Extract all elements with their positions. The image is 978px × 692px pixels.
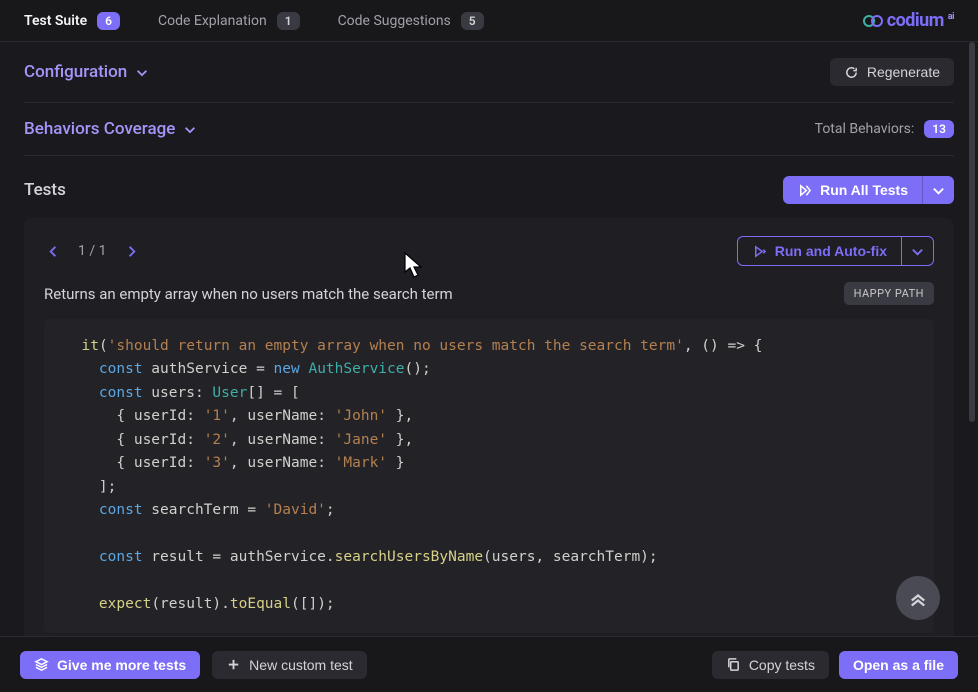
tab-label: Test Suite bbox=[24, 13, 87, 29]
chevron-double-up-icon bbox=[908, 588, 928, 608]
tests-header: Tests Run All Tests bbox=[24, 156, 954, 218]
codium-logo: codium ai bbox=[863, 10, 954, 31]
test-card: 1 / 1 Run and Auto-fix Returns an empty … bbox=[24, 218, 954, 636]
copy-icon bbox=[726, 657, 741, 672]
tabs-bar: Test Suite 6 Code Explanation 1 Code Sug… bbox=[0, 0, 978, 42]
plus-icon bbox=[226, 657, 241, 672]
pager-text: 1 / 1 bbox=[78, 243, 106, 259]
give-more-tests-button[interactable]: Give me more tests bbox=[20, 651, 200, 679]
test-code-block[interactable]: it('should return an empty array when no… bbox=[44, 319, 934, 633]
run-all-tests-button[interactable]: Run All Tests bbox=[783, 176, 922, 204]
chevron-down-icon bbox=[931, 183, 946, 198]
behaviors-count-badge: 13 bbox=[924, 120, 954, 138]
test-description: Returns an empty array when no users mat… bbox=[44, 285, 453, 303]
scroll-to-top-button[interactable] bbox=[896, 576, 940, 620]
main-content: Configuration Regenerate Behaviors Cover… bbox=[0, 42, 978, 636]
refresh-icon bbox=[844, 65, 859, 80]
tab-label: Code Explanation bbox=[158, 13, 267, 29]
tab-label: Code Suggestions bbox=[338, 13, 451, 29]
total-behaviors: Total Behaviors: 13 bbox=[815, 120, 954, 138]
pager-next[interactable] bbox=[122, 244, 140, 259]
run-autofix-dropdown[interactable] bbox=[901, 236, 934, 266]
run-autofix-button[interactable]: Run and Auto-fix bbox=[737, 236, 901, 266]
test-pager: 1 / 1 bbox=[44, 243, 140, 259]
layers-icon bbox=[34, 657, 49, 672]
behaviors-section: Behaviors Coverage Total Behaviors: 13 bbox=[24, 103, 954, 156]
configuration-section: Configuration Regenerate bbox=[24, 42, 954, 103]
chevron-right-icon bbox=[124, 244, 139, 259]
configuration-toggle[interactable]: Configuration bbox=[24, 62, 149, 82]
behaviors-toggle[interactable]: Behaviors Coverage bbox=[24, 119, 197, 139]
tab-code-suggestions[interactable]: Code Suggestions 5 bbox=[338, 2, 504, 40]
tab-test-suite[interactable]: Test Suite 6 bbox=[24, 2, 140, 40]
tab-code-explanation[interactable]: Code Explanation 1 bbox=[158, 2, 320, 40]
tests-title: Tests bbox=[24, 180, 66, 200]
pager-prev[interactable] bbox=[44, 244, 62, 259]
regenerate-button[interactable]: Regenerate bbox=[830, 58, 954, 86]
play-fix-icon bbox=[752, 244, 767, 259]
copy-tests-button[interactable]: Copy tests bbox=[712, 651, 829, 679]
scrollbar[interactable] bbox=[969, 42, 975, 636]
tab-badge: 6 bbox=[97, 12, 120, 30]
run-all-tests-split: Run All Tests bbox=[783, 176, 954, 204]
tab-badge: 5 bbox=[461, 12, 484, 30]
open-as-file-button[interactable]: Open as a file bbox=[839, 651, 958, 679]
chevron-left-icon bbox=[46, 244, 61, 259]
chevron-down-icon bbox=[135, 65, 149, 79]
footer-bar: Give me more tests New custom test Copy … bbox=[0, 636, 978, 692]
tab-badge: 1 bbox=[277, 12, 300, 30]
chevron-down-icon bbox=[910, 244, 925, 259]
scrollbar-thumb[interactable] bbox=[969, 42, 975, 422]
play-all-icon bbox=[797, 183, 812, 198]
run-all-dropdown[interactable] bbox=[922, 176, 954, 204]
new-custom-test-button[interactable]: New custom test bbox=[212, 651, 366, 679]
chevron-down-icon bbox=[183, 122, 197, 136]
test-tag: HAPPY PATH bbox=[844, 282, 934, 305]
run-autofix-split: Run and Auto-fix bbox=[737, 236, 934, 266]
